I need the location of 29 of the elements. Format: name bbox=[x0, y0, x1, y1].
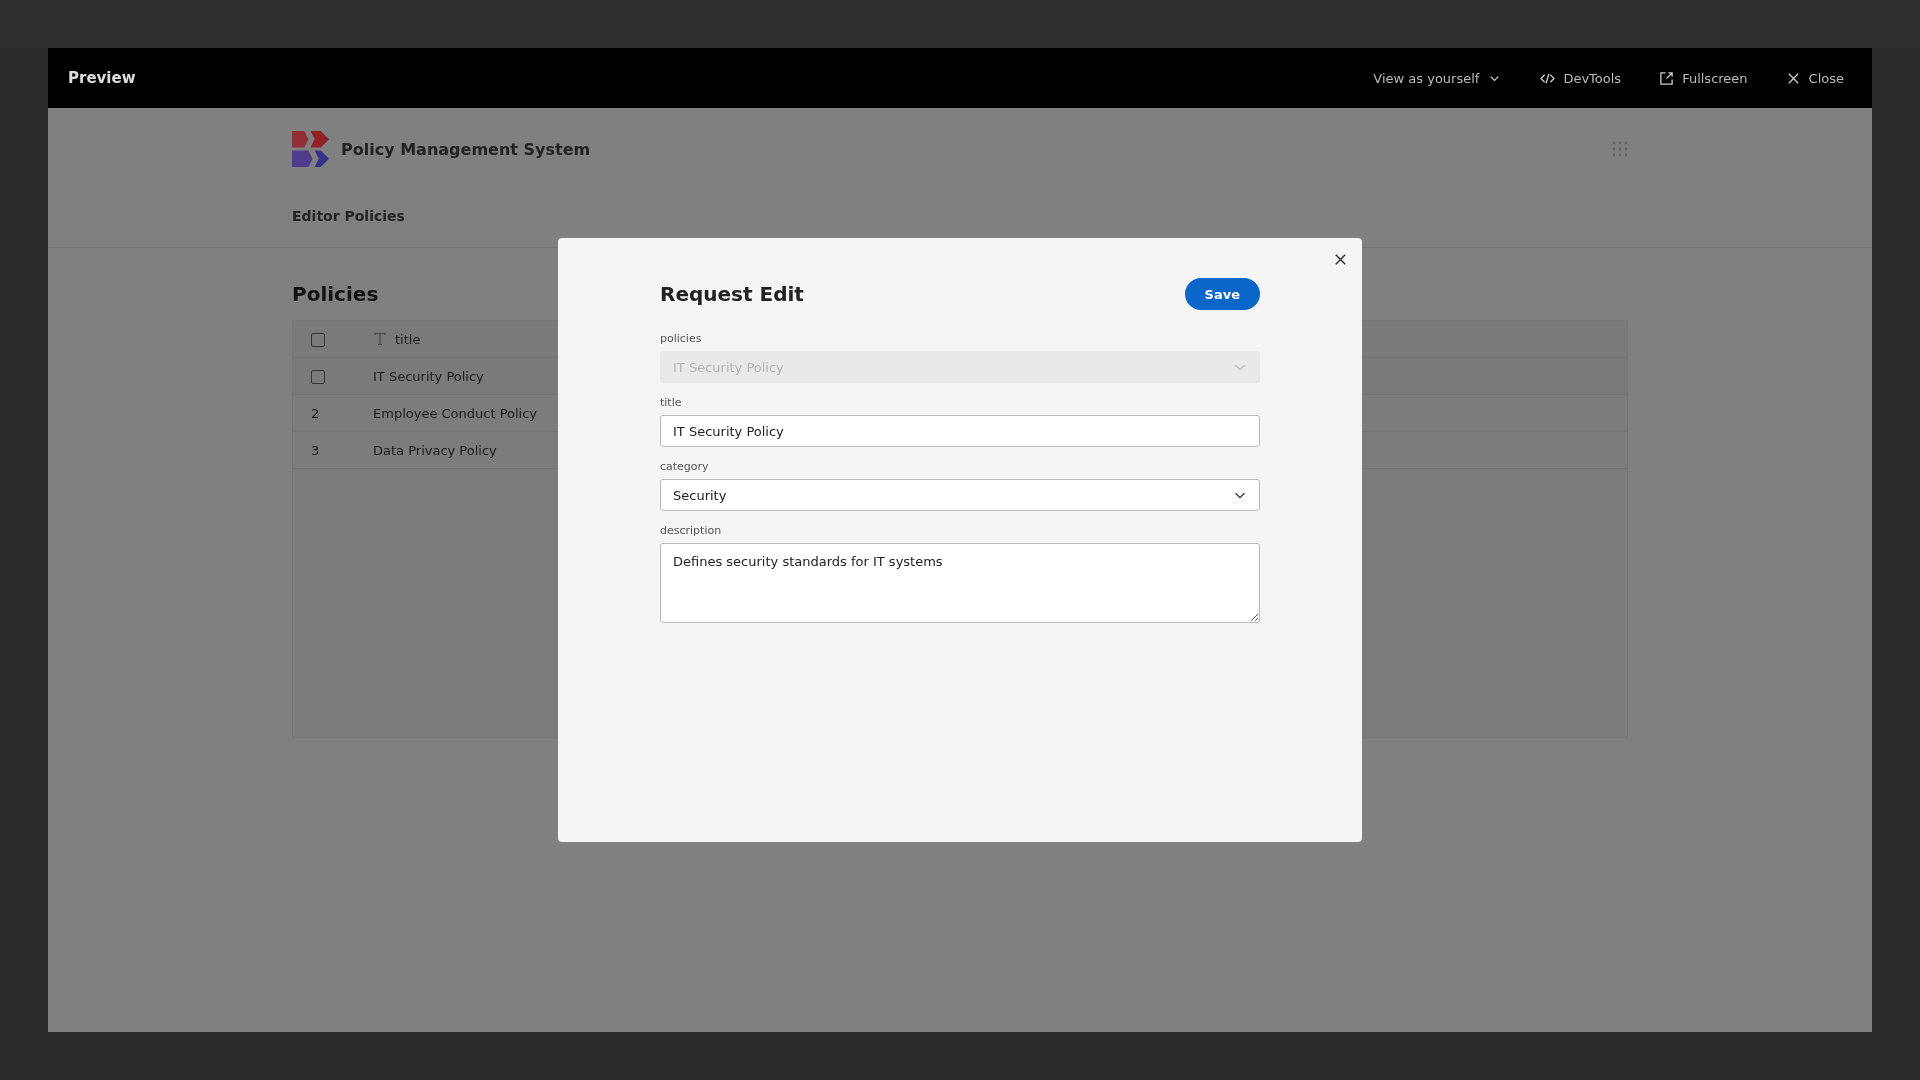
external-link-icon bbox=[1659, 70, 1675, 86]
checkbox[interactable] bbox=[311, 369, 325, 384]
select-field[interactable]: Security bbox=[660, 479, 1260, 511]
logo-icon bbox=[292, 130, 329, 168]
table-cell: Employee Conduct Policy bbox=[373, 405, 538, 421]
row-number: 2 bbox=[311, 405, 320, 421]
table-title: Policies bbox=[292, 282, 379, 306]
toolbar-button[interactable]: DevTools bbox=[1540, 66, 1622, 90]
table-cell: Data Privacy Policy bbox=[373, 442, 497, 458]
field-label: description bbox=[660, 524, 723, 537]
preview-title: Preview bbox=[68, 69, 136, 87]
field-label: category bbox=[660, 460, 710, 473]
input-field[interactable]: IT Security Policy bbox=[660, 415, 1260, 447]
field-label: policies bbox=[660, 332, 703, 345]
toolbar-button[interactable]: Close bbox=[1785, 66, 1844, 90]
column-header: title bbox=[395, 331, 421, 347]
page-title: Editor Policies bbox=[292, 208, 405, 224]
app-title: Policy Management System bbox=[341, 139, 591, 159]
checkbox[interactable] bbox=[311, 332, 325, 347]
table-cell: IT Security Policy bbox=[373, 368, 484, 384]
close-icon[interactable] bbox=[1333, 252, 1348, 267]
toolbar-button[interactable]: View as yourself bbox=[1373, 66, 1503, 90]
dialog-title: Request Edit bbox=[660, 282, 804, 306]
textarea-field[interactable]: Defines security standards for IT systems bbox=[660, 543, 1260, 623]
save-button[interactable]: Save bbox=[1184, 278, 1260, 310]
row-number: 3 bbox=[311, 442, 320, 458]
text-type-icon bbox=[373, 332, 387, 346]
field-label: title bbox=[660, 396, 683, 409]
toolbar-button[interactable]: Fullscreen bbox=[1659, 66, 1748, 90]
